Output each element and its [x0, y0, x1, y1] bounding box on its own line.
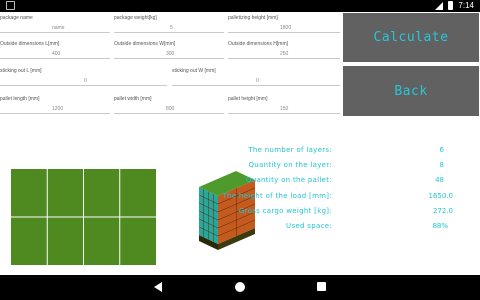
field-label: pallet height [mm]	[228, 96, 268, 102]
notification-square-icon	[6, 1, 15, 10]
nav-back-icon[interactable]	[154, 282, 162, 292]
outside-length-field[interactable]: Outside dimensions L[mm] 400	[0, 39, 110, 59]
field-label: palletizing height [mm]	[228, 15, 278, 21]
field-value: 0	[256, 78, 259, 84]
field-label: sticking out W [mm]	[172, 68, 216, 74]
package-weight-field[interactable]: package weight[kg] 5	[114, 13, 224, 33]
pallet-height-field[interactable]: pallet height [mm] 150	[228, 94, 340, 114]
outside-height-field[interactable]: Outside dimensions H[mm] 250	[228, 39, 340, 59]
result-value-gross-weight: 272.0	[432, 207, 453, 215]
result-label-load-height: The height of the load [mm]:	[222, 192, 332, 200]
field-label: package name	[0, 15, 33, 21]
status-bar: 7:14	[0, 0, 480, 12]
result-value-used-space: 88%	[432, 222, 448, 230]
field-value: 300	[166, 51, 175, 57]
result-value-quantity-layer: 8	[439, 161, 444, 169]
pallet-width-field[interactable]: pallet width [mm] 800	[114, 94, 224, 114]
calculate-button[interactable]: Calculate	[343, 13, 479, 62]
field-value: 1200	[52, 106, 64, 112]
result-label-quantity-pallet: Quantity on the pallet:	[245, 176, 332, 184]
result-value-quantity-pallet: 48	[435, 176, 444, 184]
field-value: 800	[166, 106, 175, 112]
field-value: 250	[280, 51, 289, 57]
nav-recents-icon[interactable]	[317, 282, 326, 291]
field-label: sticking out L [mm]	[0, 68, 42, 74]
sticking-out-length-field[interactable]: sticking out L [mm] 0	[0, 66, 167, 86]
field-value: 1800	[280, 25, 292, 31]
nav-home-icon[interactable]	[235, 282, 245, 292]
result-label-layers: The number of layers:	[248, 146, 332, 154]
field-value: 150	[280, 106, 289, 112]
field-label: Outside dimensions H[mm]	[228, 41, 289, 47]
result-label-gross-weight: Gross cargo weight [kg]:	[238, 207, 332, 215]
result-value-layers: 6	[439, 146, 444, 154]
status-time: 7:14	[458, 1, 474, 10]
palletizing-height-field[interactable]: palletizing height [mm] 1800	[228, 13, 340, 33]
signal-icon	[435, 1, 444, 10]
app-screen: 7:14 package name name package weight[kg…	[0, 0, 480, 300]
result-value-load-height: 1650.0	[428, 192, 454, 200]
field-value: 400	[52, 51, 61, 57]
field-label: Outside dimensions W[mm]	[114, 41, 176, 47]
field-value: 5	[170, 25, 173, 31]
outside-width-field[interactable]: Outside dimensions W[mm] 300	[114, 39, 224, 59]
result-label-used-space: Used space:	[286, 222, 332, 230]
battery-icon	[448, 1, 454, 10]
layer-layout-diagram	[11, 169, 156, 265]
field-value: name	[52, 25, 65, 31]
field-label: package weight[kg]	[114, 15, 157, 21]
result-label-quantity-layer: Quantity on the layer:	[248, 161, 332, 169]
field-label: Outside dimensions L[mm]	[0, 41, 60, 47]
navigation-bar	[0, 275, 480, 300]
sticking-out-width-field[interactable]: sticking out W [mm] 0	[172, 66, 340, 86]
field-label: pallet length [mm]	[0, 96, 40, 102]
pallet-length-field[interactable]: pallet length [mm] 1200	[0, 94, 110, 114]
back-button[interactable]: Back	[343, 66, 479, 116]
field-value: 0	[84, 78, 87, 84]
field-label: pallet width [mm]	[114, 96, 152, 102]
package-name-field[interactable]: package name name	[0, 13, 110, 33]
